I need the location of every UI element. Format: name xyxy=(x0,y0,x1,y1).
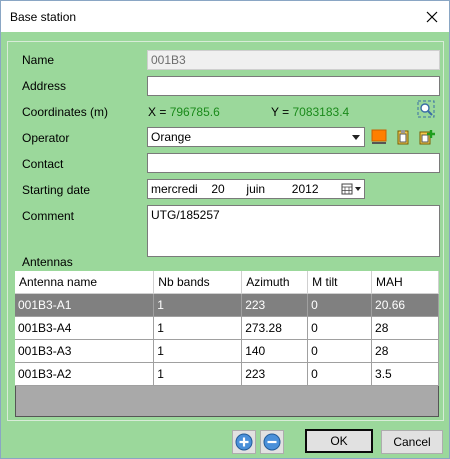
address-field[interactable] xyxy=(147,76,440,96)
cell-mah[interactable]: 28 xyxy=(371,316,439,340)
cell-nb-bands[interactable]: 1 xyxy=(153,339,243,363)
window-title: Base station xyxy=(10,9,77,24)
ok-button[interactable]: OK xyxy=(305,429,373,453)
contact-label: Contact xyxy=(22,157,64,171)
y-coordinate: Y = 7083183.4 xyxy=(271,105,349,119)
color-swatch-icon xyxy=(371,129,387,144)
locate-button[interactable] xyxy=(417,100,435,118)
minus-circle-icon xyxy=(263,433,281,451)
add-operator-button[interactable] xyxy=(418,128,436,146)
cell-mah[interactable]: 20.66 xyxy=(371,293,439,317)
edit-operator-button[interactable] xyxy=(394,128,412,146)
title-bar: Base station xyxy=(1,1,449,32)
coordinates-label: Coordinates (m) xyxy=(22,105,109,119)
locate-icon xyxy=(417,100,435,118)
column-header-m-tilt[interactable]: M tilt xyxy=(307,271,373,294)
add-clipboard-icon xyxy=(419,130,435,145)
cell-azimuth[interactable]: 223 xyxy=(241,362,309,386)
date-day[interactable]: 20 xyxy=(211,182,224,196)
address-label: Address xyxy=(22,79,67,93)
cell-antenna-name[interactable]: 001B3-A3 xyxy=(15,339,155,363)
add-antenna-button[interactable] xyxy=(232,430,256,454)
cell-nb-bands[interactable]: 1 xyxy=(153,293,243,317)
contact-field[interactable] xyxy=(147,153,440,173)
antennas-label: Antennas xyxy=(22,255,73,269)
cell-antenna-name[interactable]: 001B3-A1 xyxy=(15,293,155,317)
cell-mah[interactable]: 3.5 xyxy=(371,362,439,386)
cell-m-tilt[interactable]: 0 xyxy=(307,316,373,340)
table-row[interactable]: 001B3-A4 1 273.28 0 28 xyxy=(15,316,439,340)
starting-date-picker[interactable]: mercredi 20 juin 2012 xyxy=(147,179,365,199)
cancel-button[interactable]: Cancel xyxy=(381,430,443,454)
operator-select[interactable]: Orange xyxy=(147,127,365,147)
name-label: Name xyxy=(22,53,55,67)
x-label: X = xyxy=(148,105,167,119)
remove-antenna-button[interactable] xyxy=(260,430,284,454)
cell-mah[interactable]: 28 xyxy=(371,339,439,363)
cell-antenna-name[interactable]: 001B3-A4 xyxy=(15,316,155,340)
close-icon xyxy=(426,11,438,22)
cell-nb-bands[interactable]: 1 xyxy=(153,362,243,386)
calendar-icon[interactable] xyxy=(341,182,363,196)
comment-field[interactable]: UTG/185257 xyxy=(147,205,440,257)
x-value: 796785.6 xyxy=(169,105,220,119)
column-header-azimuth[interactable]: Azimuth xyxy=(241,271,309,294)
operator-value: Orange xyxy=(151,130,192,144)
y-label: Y = xyxy=(271,105,290,119)
cell-antenna-name[interactable]: 001B3-A2 xyxy=(15,362,155,386)
close-button[interactable] xyxy=(415,1,449,32)
base-station-dialog: Base station Name 001B3 Address Coordina… xyxy=(0,0,450,459)
x-coordinate: X = 796785.6 xyxy=(148,105,220,119)
cell-m-tilt[interactable]: 0 xyxy=(307,362,373,386)
starting-date-label: Starting date xyxy=(22,183,91,197)
table-row[interactable]: 001B3-A2 1 223 0 3.5 xyxy=(15,362,439,386)
clipboard-icon xyxy=(397,130,409,145)
y-value: 7083183.4 xyxy=(292,105,350,119)
operator-label: Operator xyxy=(22,131,70,145)
table-header-row: Antenna name Nb bands Azimuth M tilt MAH xyxy=(15,271,439,294)
plus-circle-icon xyxy=(235,433,253,451)
cell-azimuth[interactable]: 273.28 xyxy=(241,316,309,340)
cell-m-tilt[interactable]: 0 xyxy=(307,293,373,317)
table-row[interactable]: 001B3-A3 1 140 0 28 xyxy=(15,339,439,363)
chevron-down-icon xyxy=(350,130,362,144)
cell-azimuth[interactable]: 140 xyxy=(241,339,309,363)
column-header-antenna-name[interactable]: Antenna name xyxy=(15,271,155,294)
date-year[interactable]: 2012 xyxy=(292,182,319,196)
cell-azimuth[interactable]: 223 xyxy=(241,293,309,317)
date-weekday[interactable]: mercredi xyxy=(151,182,198,196)
cell-nb-bands[interactable]: 1 xyxy=(153,316,243,340)
comment-label: Comment xyxy=(22,209,75,223)
column-header-nb-bands[interactable]: Nb bands xyxy=(153,271,243,294)
antennas-table: Antenna name Nb bands Azimuth M tilt MAH… xyxy=(15,271,439,386)
date-month[interactable]: juin xyxy=(246,182,265,196)
operator-color-button[interactable] xyxy=(370,128,388,146)
name-field[interactable]: 001B3 xyxy=(147,50,440,70)
cell-m-tilt[interactable]: 0 xyxy=(307,339,373,363)
table-row[interactable]: 001B3-A1 1 223 0 20.66 xyxy=(15,293,439,317)
column-header-mah[interactable]: MAH xyxy=(371,271,439,294)
